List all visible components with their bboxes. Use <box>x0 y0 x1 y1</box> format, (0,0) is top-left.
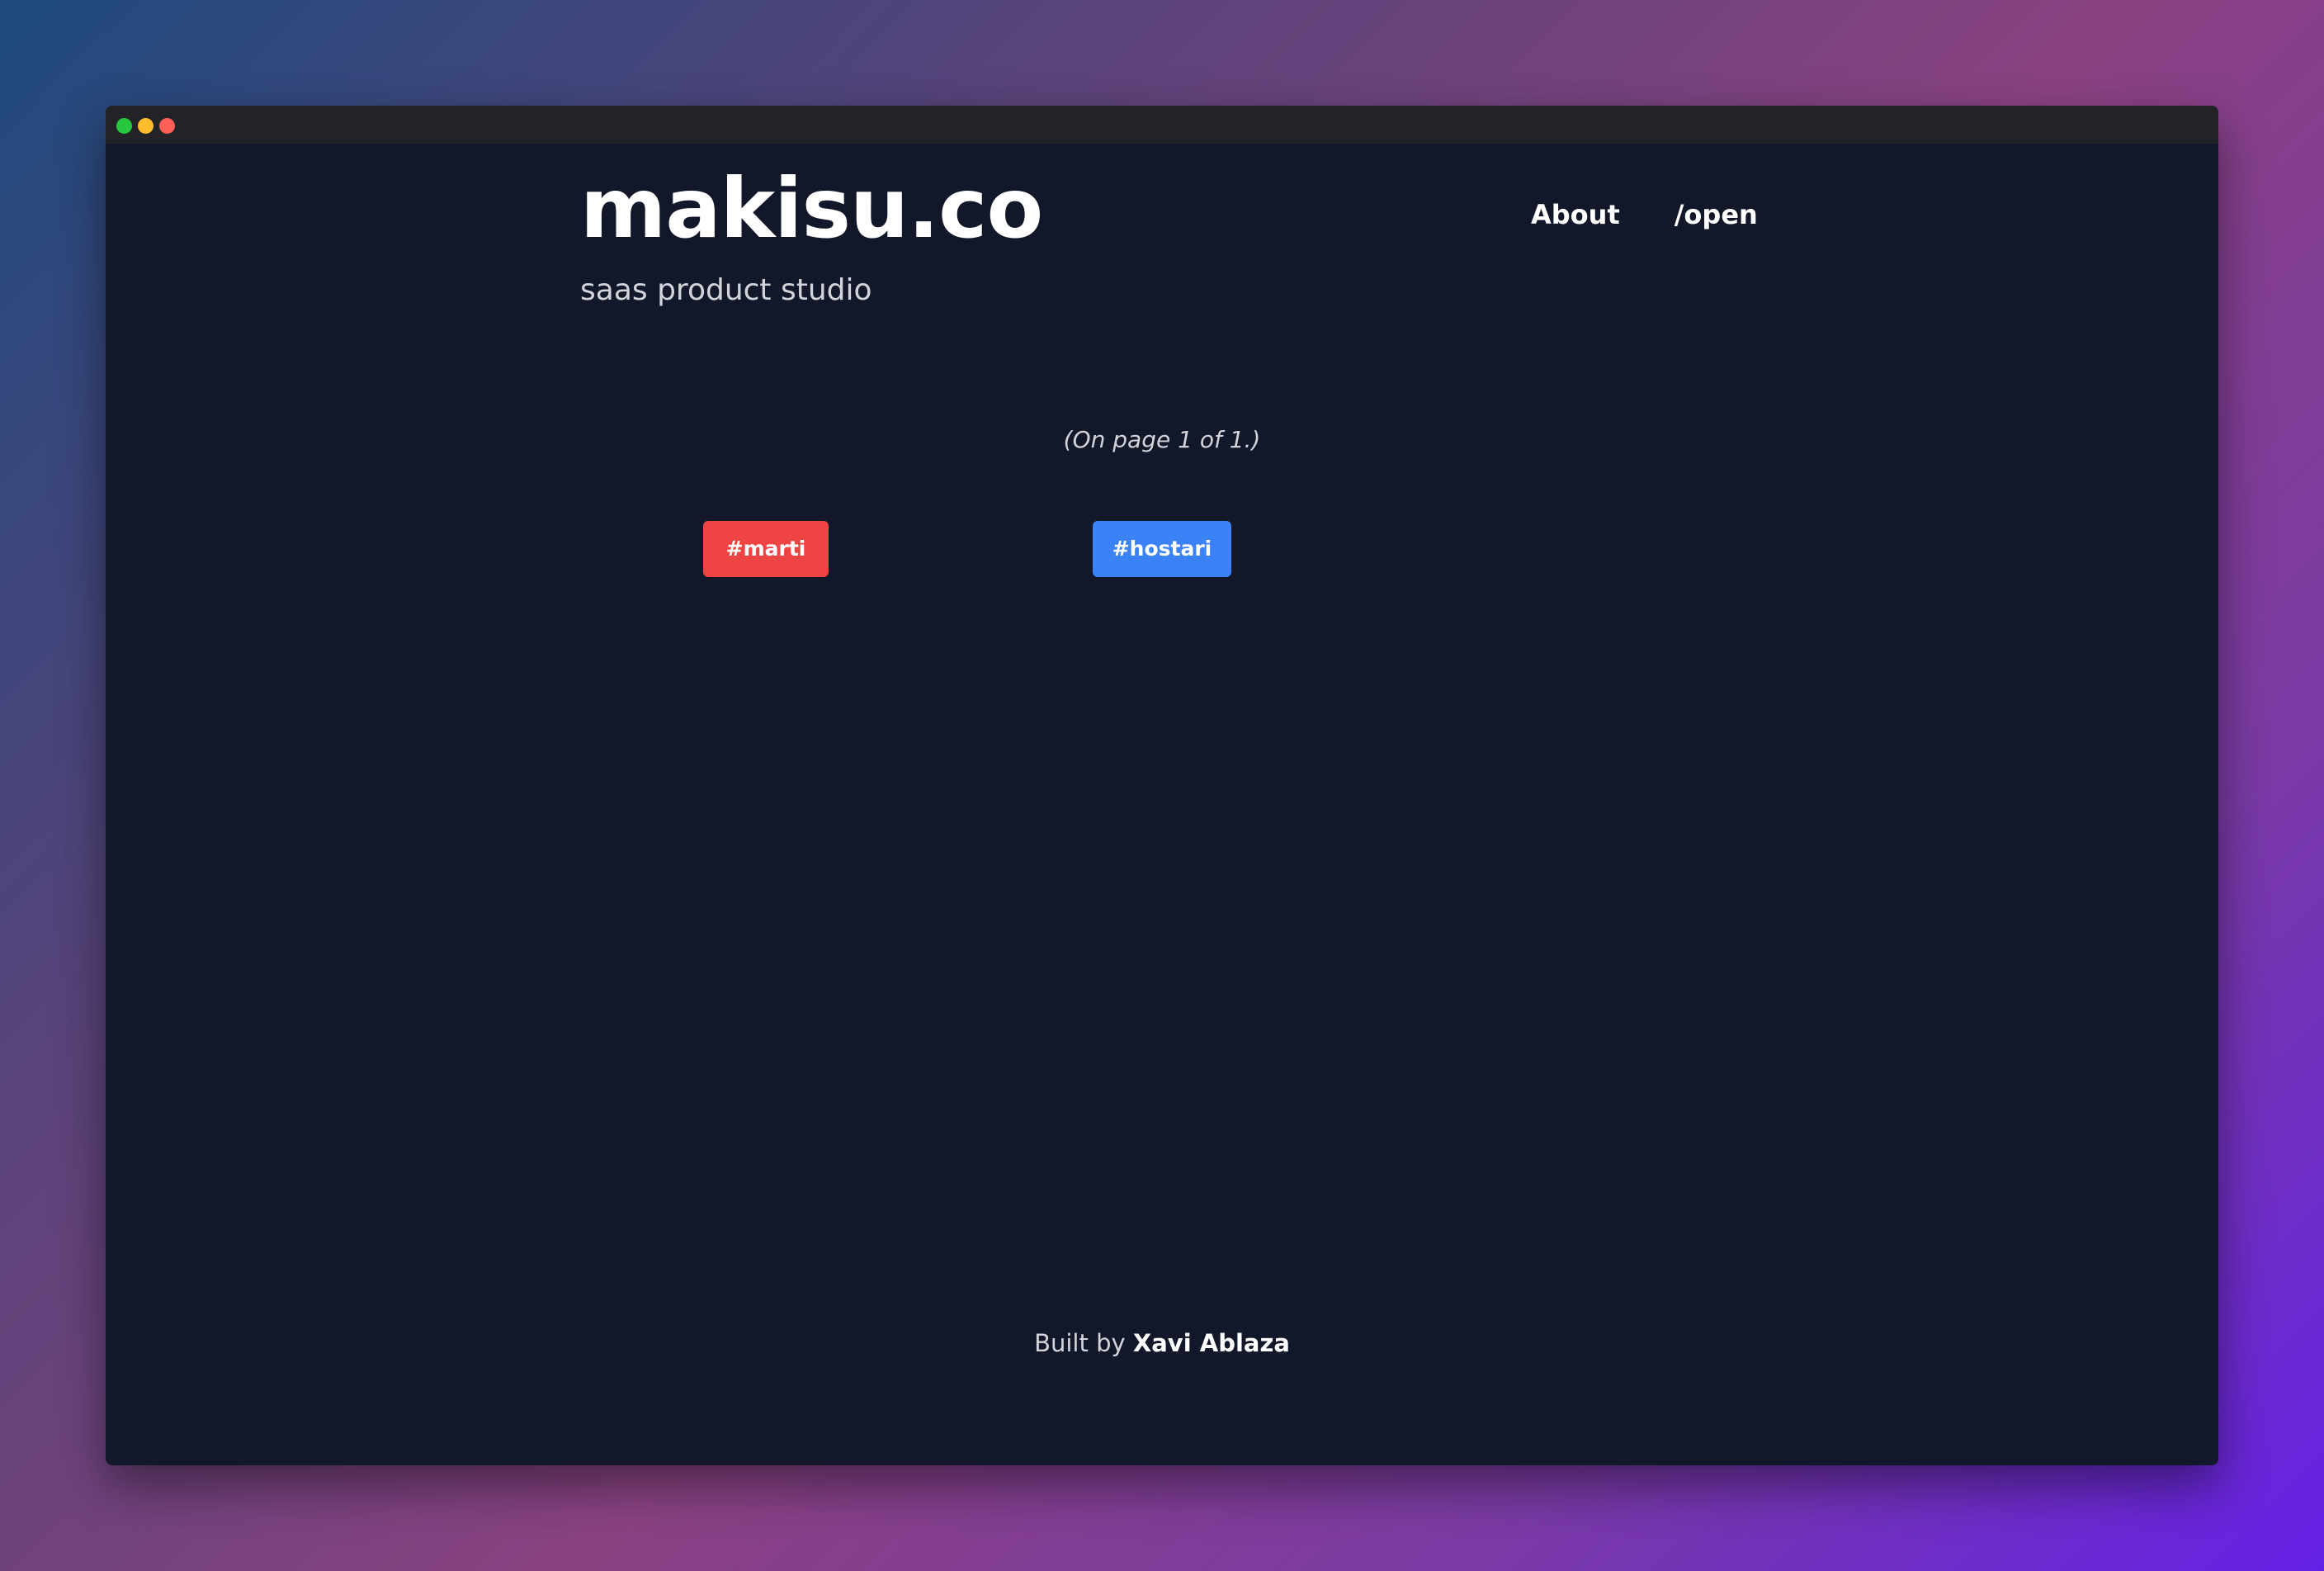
window-titlebar <box>106 106 2218 144</box>
tag-button-marti[interactable]: #marti <box>703 521 829 577</box>
footer-credit: Built by Xavi Ablaza <box>106 1329 2218 1357</box>
browser-window: makisu.co saas product studio About /ope… <box>106 106 2218 1465</box>
window-green-dot-icon[interactable] <box>116 118 132 134</box>
footer-prefix: Built by <box>1034 1329 1126 1357</box>
nav-link-open[interactable]: /open <box>1675 201 1758 228</box>
nav-link-about[interactable]: About <box>1531 201 1620 228</box>
window-red-dot-icon[interactable] <box>159 118 175 134</box>
tag-button-hostari[interactable]: #hostari <box>1093 521 1231 577</box>
page-indicator: (On page 1 of 1.) <box>1063 426 1261 453</box>
site-tagline: saas product studio <box>580 273 872 307</box>
footer-author-link[interactable]: Xavi Ablaza <box>1133 1329 1290 1357</box>
site-title[interactable]: makisu.co <box>580 168 1043 250</box>
window-yellow-dot-icon[interactable] <box>138 118 154 134</box>
main-nav: About /open <box>1531 201 1758 228</box>
